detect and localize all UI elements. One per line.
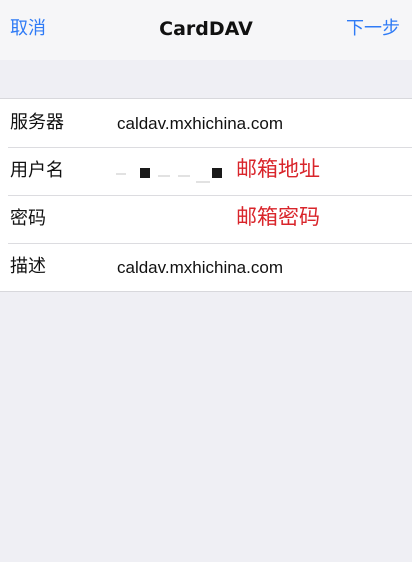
server-label: 服务器: [10, 112, 64, 133]
description-label: 描述: [10, 256, 46, 277]
description-input[interactable]: caldav.mxhichina.com: [117, 256, 283, 280]
server-input[interactable]: caldav.mxhichina.com: [117, 112, 283, 136]
email-address-hint: 邮箱地址: [236, 157, 320, 181]
server-row[interactable]: 服务器 caldav.mxhichina.com: [0, 99, 412, 147]
navigation-bar: 取消 CardDAV 下一步: [0, 0, 412, 60]
account-form: 服务器 caldav.mxhichina.com 用户名 邮箱地址 密码 邮箱密…: [0, 98, 412, 292]
redacted-username: [112, 159, 230, 185]
email-password-hint: 邮箱密码: [236, 205, 320, 229]
password-row[interactable]: 密码 邮箱密码: [0, 195, 412, 243]
username-label: 用户名: [10, 160, 64, 181]
next-button[interactable]: 下一步: [346, 16, 400, 42]
username-row[interactable]: 用户名 邮箱地址: [0, 147, 412, 195]
password-label: 密码: [10, 208, 46, 229]
description-row[interactable]: 描述 caldav.mxhichina.com: [0, 243, 412, 291]
